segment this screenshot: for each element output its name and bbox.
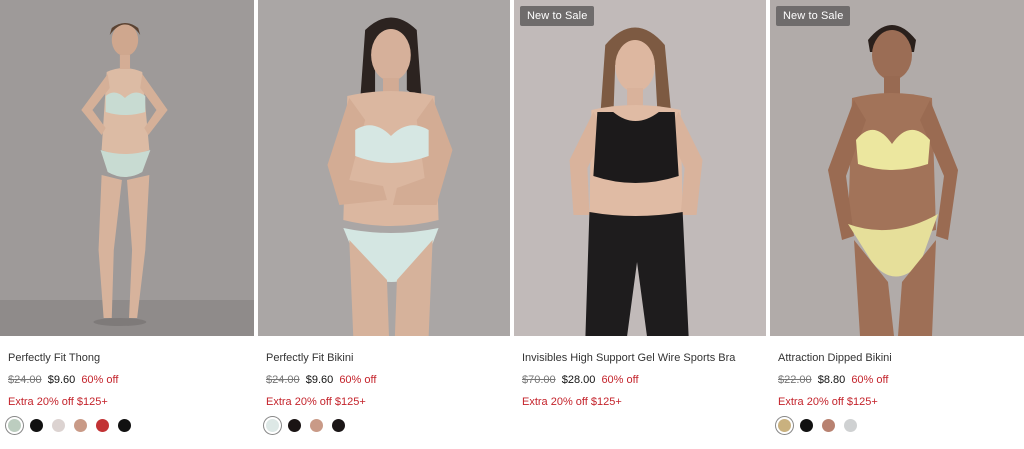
product-image[interactable]: New to Sale — [770, 0, 1024, 336]
product-card[interactable]: Perfectly Fit Thong $24.00 $9.60 60% off… — [0, 0, 256, 449]
promo-text: Extra 20% off $125+ — [8, 396, 108, 408]
product-grid: Perfectly Fit Thong $24.00 $9.60 60% off… — [0, 0, 1024, 449]
color-swatch[interactable] — [800, 419, 813, 432]
original-price: $70.00 — [522, 374, 556, 386]
original-price: $24.00 — [266, 374, 300, 386]
product-name[interactable]: Perfectly Fit Thong — [8, 350, 246, 366]
promo-text: Extra 20% off $125+ — [266, 396, 366, 408]
color-swatch[interactable] — [332, 419, 345, 432]
color-swatch[interactable] — [288, 419, 301, 432]
discount-label: 60% off — [601, 374, 639, 386]
product-name[interactable]: Perfectly Fit Bikini — [266, 350, 502, 366]
product-card[interactable]: New to Sale Attraction Dipped Bikini $22… — [768, 0, 1024, 449]
sale-price: $8.80 — [817, 374, 846, 386]
sale-price: $9.60 — [47, 374, 76, 386]
discount-label: 60% off — [81, 374, 119, 386]
model-photo-1 — [0, 0, 254, 336]
promo-text: Extra 20% off $125+ — [778, 396, 878, 408]
product-image[interactable]: New to Sale — [514, 0, 766, 336]
color-swatch[interactable] — [822, 419, 835, 432]
sale-badge: New to Sale — [520, 6, 595, 26]
model-photo-4 — [770, 0, 1024, 336]
price-line: $24.00 $9.60 60% off — [8, 372, 246, 388]
color-swatch[interactable] — [778, 419, 791, 432]
color-swatch[interactable] — [30, 419, 43, 432]
product-image[interactable] — [258, 0, 510, 336]
original-price: $24.00 — [8, 374, 42, 386]
discount-label: 60% off — [339, 374, 377, 386]
color-swatch[interactable] — [310, 419, 323, 432]
color-swatches — [778, 419, 1016, 432]
original-price: $22.00 — [778, 374, 812, 386]
color-swatches — [266, 419, 502, 432]
product-card[interactable]: Perfectly Fit Bikini $24.00 $9.60 60% of… — [256, 0, 512, 449]
color-swatch[interactable] — [8, 419, 21, 432]
discount-label: 60% off — [851, 374, 889, 386]
price-line: $22.00 $8.80 60% off — [778, 372, 1016, 388]
color-swatch[interactable] — [844, 419, 857, 432]
product-card[interactable]: New to Sale Invisibles High Support Gel … — [512, 0, 768, 449]
price-line: $70.00 $28.00 60% off — [522, 372, 758, 388]
product-name[interactable]: Attraction Dipped Bikini — [778, 350, 1016, 366]
promo-text: Extra 20% off $125+ — [522, 396, 622, 408]
color-swatch[interactable] — [266, 419, 279, 432]
color-swatch[interactable] — [74, 419, 87, 432]
color-swatch[interactable] — [118, 419, 131, 432]
product-image[interactable] — [0, 0, 254, 336]
product-name[interactable]: Invisibles High Support Gel Wire Sports … — [522, 350, 758, 366]
color-swatch[interactable] — [52, 419, 65, 432]
color-swatches — [8, 419, 246, 432]
model-photo-2 — [258, 0, 510, 336]
price-line: $24.00 $9.60 60% off — [266, 372, 502, 388]
sale-price: $28.00 — [561, 374, 596, 386]
model-photo-3 — [514, 0, 766, 336]
sale-badge: New to Sale — [776, 6, 851, 26]
color-swatch[interactable] — [96, 419, 109, 432]
sale-price: $9.60 — [305, 374, 334, 386]
